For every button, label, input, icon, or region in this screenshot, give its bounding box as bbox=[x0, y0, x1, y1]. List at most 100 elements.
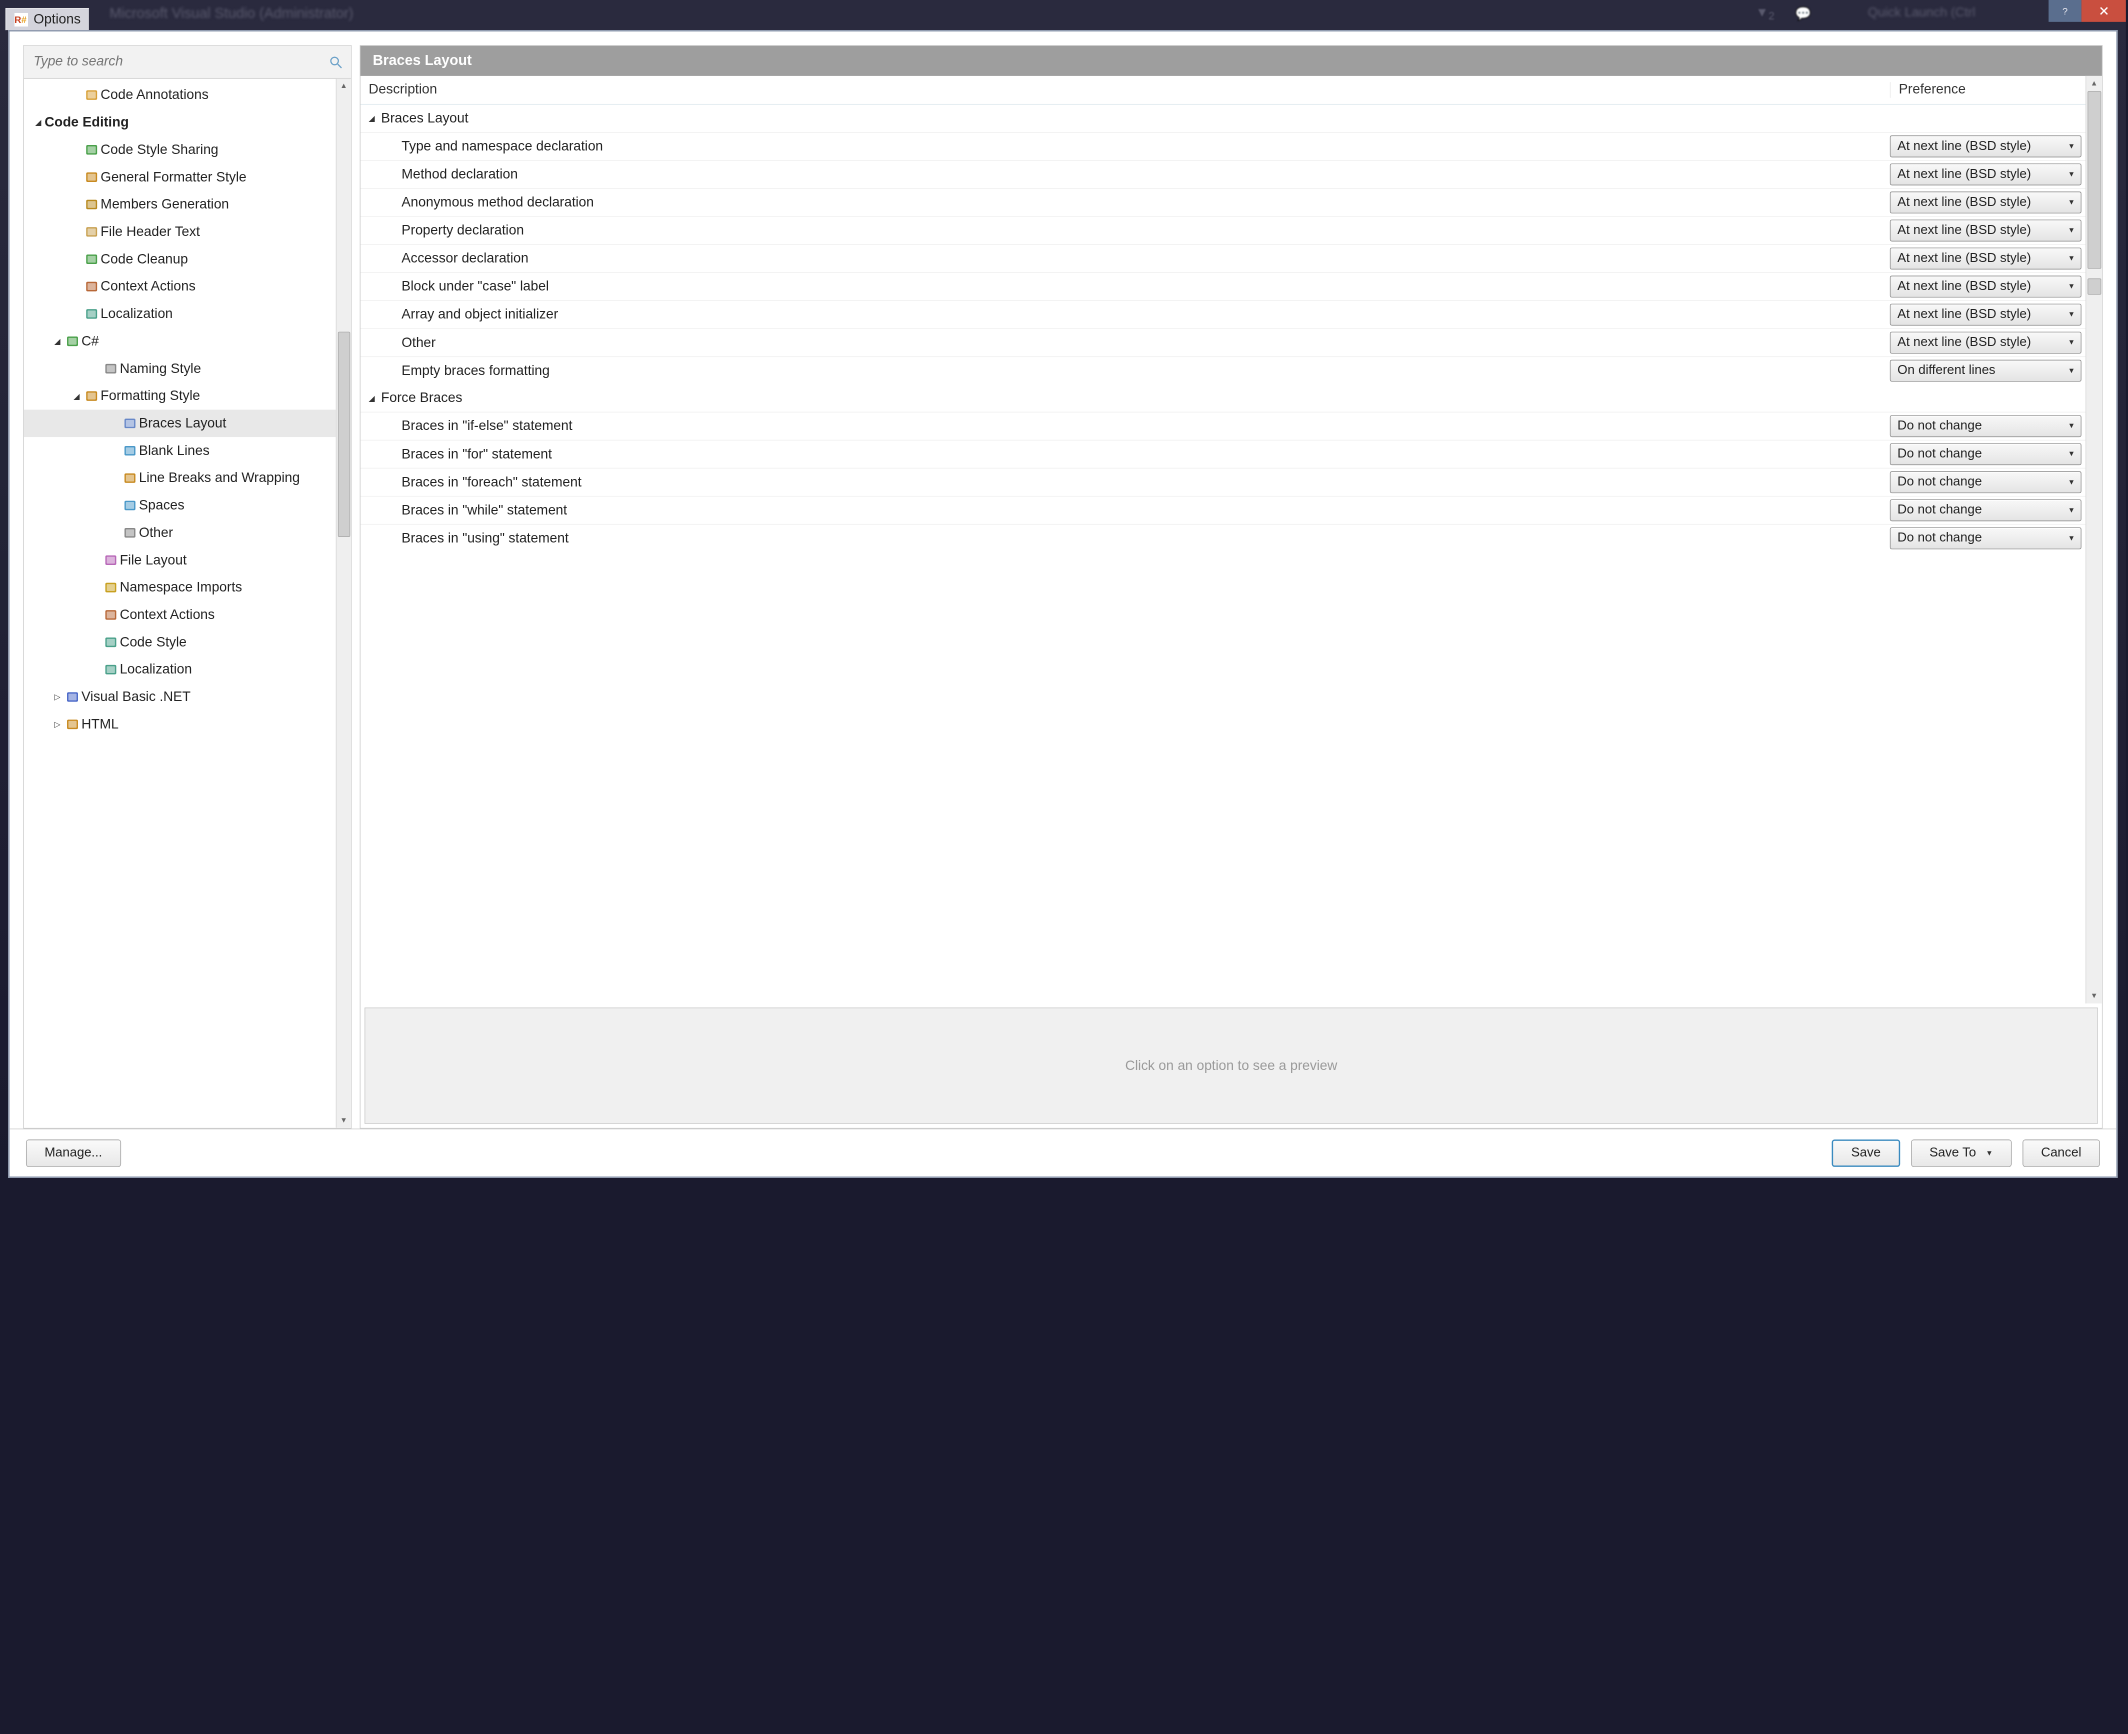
tree-item-label: General Formatter Style bbox=[101, 169, 247, 185]
combo-value: Do not change bbox=[1897, 531, 1982, 546]
tree-item[interactable]: Localization bbox=[24, 300, 351, 327]
tree-item[interactable]: Line Breaks and Wrapping bbox=[24, 464, 351, 491]
tree-item-label: Code Style bbox=[120, 634, 187, 650]
tree-item-label: Namespace Imports bbox=[120, 580, 242, 596]
cs-icon bbox=[64, 334, 82, 348]
search-button[interactable] bbox=[321, 54, 351, 69]
tree-scroll-thumb[interactable] bbox=[338, 332, 350, 537]
combo-value: On different lines bbox=[1897, 363, 1995, 378]
chevron-down-icon[interactable]: ◢ bbox=[32, 118, 44, 128]
tree-item[interactable]: General Formatter Style bbox=[24, 163, 351, 190]
tree-item[interactable]: File Header Text bbox=[24, 218, 351, 245]
row-preference: At next line (BSD style)▼ bbox=[1890, 163, 2086, 185]
tree-item[interactable]: Code Cleanup bbox=[24, 246, 351, 273]
tree-item[interactable]: Naming Style bbox=[24, 355, 351, 382]
chevron-right-icon[interactable]: ▷ bbox=[51, 692, 63, 702]
title-icon-group: ▼2 💬 bbox=[1756, 5, 1812, 23]
chevron-down-icon: ▼ bbox=[2068, 478, 2075, 486]
preference-combo[interactable]: At next line (BSD style)▼ bbox=[1890, 135, 2082, 157]
options-title: Options bbox=[34, 12, 81, 28]
grid-scroll-notch[interactable] bbox=[2088, 278, 2102, 294]
members-icon bbox=[83, 198, 101, 212]
tree-item[interactable]: Code Style Sharing bbox=[24, 136, 351, 163]
window-buttons: ? bbox=[2049, 0, 2126, 22]
grid-group-header[interactable]: ◢Braces Layout bbox=[360, 105, 2085, 132]
preference-combo[interactable]: At next line (BSD style)▼ bbox=[1890, 163, 2082, 185]
row-preference: Do not change▼ bbox=[1890, 415, 2086, 437]
scroll-up-icon[interactable]: ▲ bbox=[337, 79, 351, 94]
row-description: Accessor declaration bbox=[360, 251, 1889, 267]
tree-item[interactable]: ▷HTML bbox=[24, 711, 351, 738]
braces-icon bbox=[121, 417, 139, 431]
tree-item[interactable]: File Layout bbox=[24, 547, 351, 574]
tree-item[interactable]: Code Annotations bbox=[24, 81, 351, 108]
chevron-right-icon[interactable]: ▷ bbox=[51, 720, 63, 730]
tree-item[interactable]: Spaces bbox=[24, 492, 351, 519]
save-to-button[interactable]: Save To▼ bbox=[1911, 1139, 2012, 1166]
layout-icon bbox=[102, 553, 120, 567]
preference-combo[interactable]: Do not change▼ bbox=[1890, 443, 2082, 465]
preference-combo[interactable]: At next line (BSD style)▼ bbox=[1890, 304, 2082, 326]
resharper-icon: R# bbox=[14, 13, 28, 27]
scroll-down-icon[interactable]: ▼ bbox=[337, 1113, 351, 1128]
chevron-down-icon: ▼ bbox=[2068, 142, 2075, 150]
grid-row: Property declarationAt next line (BSD st… bbox=[360, 216, 2085, 244]
tree-item[interactable]: Other bbox=[24, 519, 351, 546]
tree-item[interactable]: ◢Code Editing bbox=[24, 109, 351, 136]
cancel-button[interactable]: Cancel bbox=[2022, 1139, 2099, 1166]
chevron-down-icon[interactable]: ◢ bbox=[70, 391, 82, 401]
tree-item[interactable]: Context Actions bbox=[24, 601, 351, 628]
preference-combo[interactable]: At next line (BSD style)▼ bbox=[1890, 192, 2082, 214]
row-preference: At next line (BSD style)▼ bbox=[1890, 220, 2086, 242]
scroll-down-icon[interactable]: ▼ bbox=[2086, 988, 2102, 1003]
save-button[interactable]: Save bbox=[1832, 1139, 1900, 1166]
manage-button[interactable]: Manage... bbox=[26, 1139, 121, 1166]
tree-item[interactable]: Blank Lines bbox=[24, 437, 351, 464]
preference-combo[interactable]: Do not change▼ bbox=[1890, 415, 2082, 437]
html-icon bbox=[64, 718, 82, 732]
tree-item[interactable]: Namespace Imports bbox=[24, 574, 351, 601]
tree-item-label: Code Editing bbox=[44, 115, 128, 131]
tree-item[interactable]: ◢ Formatting Style bbox=[24, 382, 351, 409]
tree-item[interactable]: Context Actions bbox=[24, 273, 351, 300]
preference-combo[interactable]: At next line (BSD style)▼ bbox=[1890, 220, 2082, 242]
tree-item[interactable]: Members Generation bbox=[24, 191, 351, 218]
combo-value: At next line (BSD style) bbox=[1897, 307, 2031, 322]
tree-item-label: Blank Lines bbox=[139, 443, 210, 459]
search-input[interactable] bbox=[24, 54, 321, 70]
row-preference: At next line (BSD style)▼ bbox=[1890, 304, 2086, 326]
preference-combo[interactable]: Do not change▼ bbox=[1890, 527, 2082, 549]
row-description: Method declaration bbox=[360, 167, 1889, 183]
help-button[interactable]: ? bbox=[2049, 0, 2082, 22]
preference-combo[interactable]: At next line (BSD style)▼ bbox=[1890, 276, 2082, 298]
panel-title: Braces Layout bbox=[360, 46, 2101, 76]
combo-value: At next line (BSD style) bbox=[1897, 167, 2031, 182]
preference-combo[interactable]: Do not change▼ bbox=[1890, 471, 2082, 493]
chevron-down-icon: ▼ bbox=[2068, 226, 2075, 234]
close-button[interactable] bbox=[2081, 0, 2125, 22]
tree-item[interactable]: Braces Layout bbox=[24, 410, 351, 437]
preference-combo[interactable]: Do not change▼ bbox=[1890, 499, 2082, 521]
preference-combo[interactable]: At next line (BSD style)▼ bbox=[1890, 248, 2082, 270]
tree-item[interactable]: Code Style bbox=[24, 629, 351, 656]
grid-scroll-thumb[interactable] bbox=[2088, 91, 2102, 269]
chevron-down-icon: ▼ bbox=[2068, 422, 2075, 430]
grid-group-header[interactable]: ◢Force Braces bbox=[360, 384, 2085, 411]
preference-combo[interactable]: At next line (BSD style)▼ bbox=[1890, 332, 2082, 354]
combo-value: At next line (BSD style) bbox=[1897, 195, 2031, 210]
preference-combo[interactable]: On different lines▼ bbox=[1890, 360, 2082, 382]
close-icon bbox=[2098, 5, 2109, 16]
manage-label: Manage... bbox=[44, 1145, 102, 1160]
scroll-up-icon[interactable]: ▲ bbox=[2086, 76, 2102, 91]
tree-item[interactable]: ◢C# bbox=[24, 328, 351, 355]
tree-item-label: Formatting Style bbox=[101, 388, 201, 404]
tree-item[interactable]: ▷Visual Basic .NET bbox=[24, 683, 351, 710]
grid-scrollbar[interactable]: ▲ ▼ bbox=[2086, 76, 2102, 1004]
options-dialog: Code Annotations◢Code EditingCode Style … bbox=[8, 30, 2117, 1178]
save-label: Save bbox=[1851, 1145, 1881, 1160]
chevron-down-icon: ◢ bbox=[369, 393, 381, 403]
col-preference: Preference bbox=[1890, 82, 2102, 98]
chevron-down-icon[interactable]: ◢ bbox=[51, 337, 63, 347]
tree-scrollbar[interactable]: ▲ ▼ bbox=[336, 79, 351, 1128]
tree-item[interactable]: Localization bbox=[24, 656, 351, 683]
